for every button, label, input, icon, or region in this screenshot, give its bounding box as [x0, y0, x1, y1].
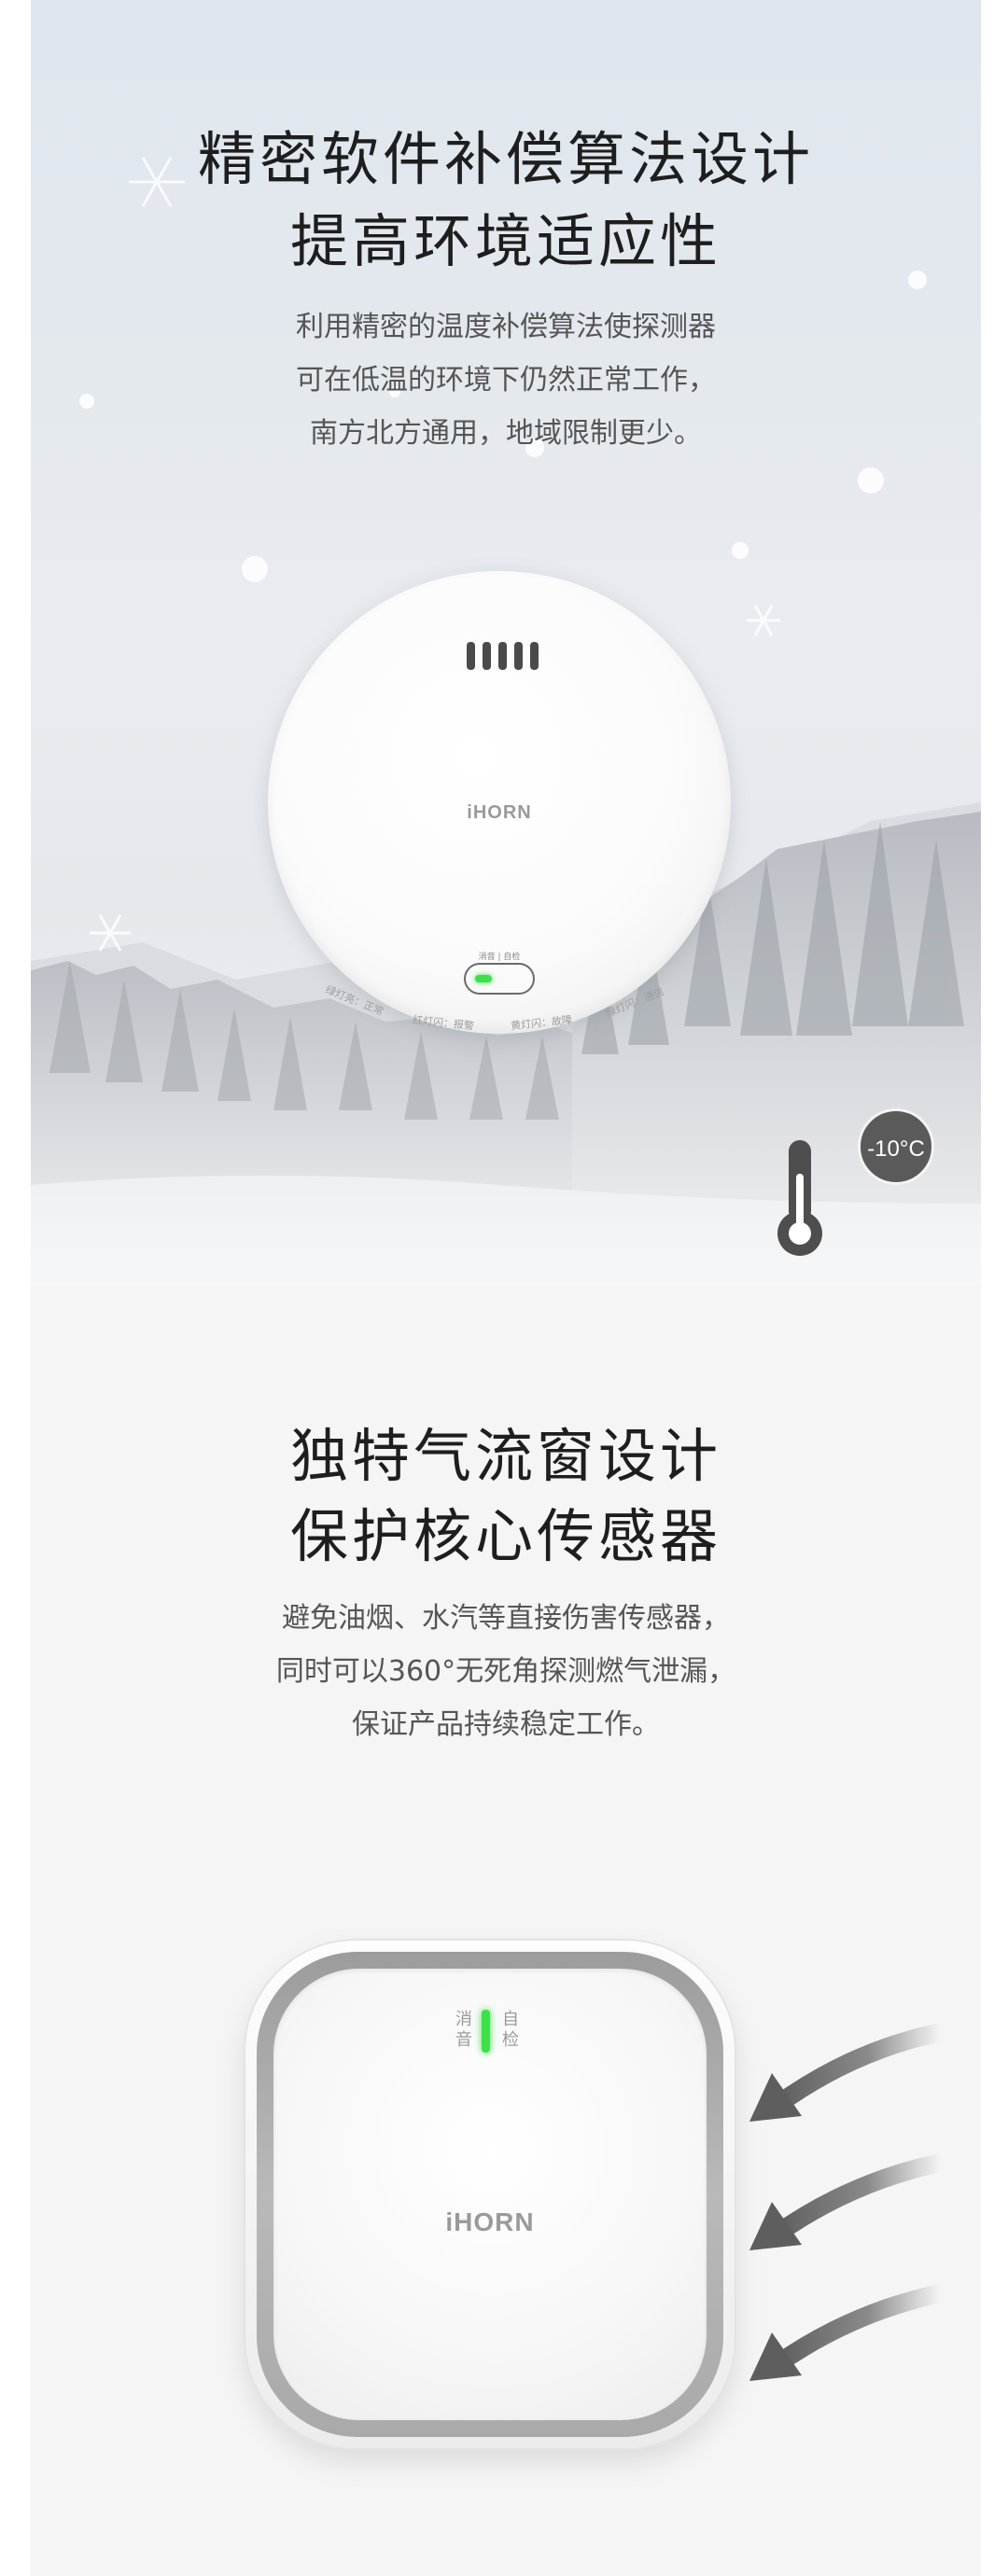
silence-test-button [464, 963, 535, 995]
vent-slots [467, 642, 539, 670]
temperature-badge: -10°C [858, 1108, 934, 1185]
airflow-desc-line3: 保证产品持续稳定工作。 [352, 1708, 660, 1741]
green-led [475, 975, 492, 982]
cold-environment-section: 精密软件补偿算法设计 提高环境适应性 利用精密的温度补偿算法使探测器 可在低温的… [31, 0, 981, 1286]
green-led [482, 2010, 490, 2053]
indicator-text: 绿灯闪：通信 [604, 985, 666, 1020]
indicator-legend: 绿灯亮：正常 红灯闪：报警 黄灯闪：故障 绿灯闪：通信 [324, 983, 679, 1039]
airflow-section: 独特气流窗设计 保护核心传感器 避免油烟、水汽等直接伤害传感器， 同时可以360… [31, 1286, 981, 2576]
airflow-desc-line1: 避免油烟、水汽等直接伤害传感器， [282, 1602, 730, 1635]
button-label: 消音 | 自检 [478, 953, 521, 962]
brand-logo: iHORN [467, 802, 532, 823]
airflow-title-line2: 保护核心传感器 [289, 1502, 721, 1570]
brand-logo: iHORN [445, 2207, 535, 2236]
airflow-title-line1: 独特气流窗设计 [289, 1422, 721, 1490]
detector-face: 消音 自检 iHORN [273, 1969, 707, 2420]
cold-desc-line1: 利用精密的温度补偿算法使探测器 [296, 311, 716, 343]
airflow-window-ring: 消音 自检 iHORN [257, 1952, 723, 2437]
airflow-arrow-icon [749, 2023, 945, 2381]
square-gas-detector: 消音 自检 iHORN [244, 1939, 736, 2450]
indicator-text: 红灯闪：报警 [412, 1013, 475, 1033]
cold-desc-line3: 南方北方通用，地域限制更少。 [310, 417, 702, 450]
product-detail-page: 精密软件补偿算法设计 提高环境适应性 利用精密的温度补偿算法使探测器 可在低温的… [31, 0, 981, 2576]
airflow-desc-line2: 同时可以360°无死角探测燃气泄漏， [275, 1655, 736, 1688]
cold-desc-line2: 可在低温的环境下仍然正常工作， [296, 364, 716, 397]
selftest-label: 自检 [502, 2010, 519, 2050]
round-gas-detector: iHORN 消音 | 自检 绿灯亮：正常 红灯闪：报警 黄灯闪：故障 绿灯闪：通… [268, 571, 731, 1034]
cold-title-line2: 提高环境适应性 [289, 207, 721, 275]
silence-label: 消音 [455, 2010, 472, 2050]
cold-title-line1: 精密软件补偿算法设计 [197, 125, 814, 193]
thermometer-icon [777, 1140, 822, 1256]
indicator-text: 黄灯闪：故障 [510, 1013, 573, 1033]
